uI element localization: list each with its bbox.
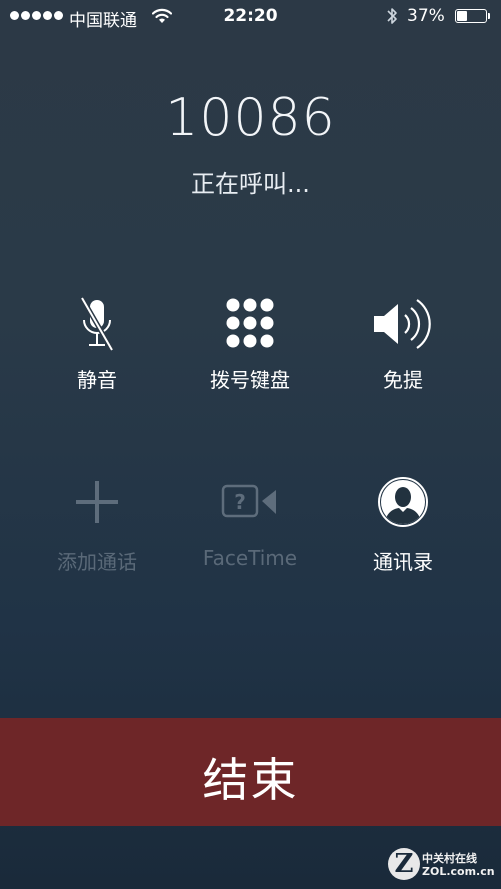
contacts-label: 通讯录	[373, 550, 433, 574]
watermark-en: ZOL.com.cn	[422, 865, 495, 878]
facetime-icon: ?	[175, 476, 325, 528]
dialed-number: 10086	[165, 88, 336, 148]
end-call-label: 结束	[202, 753, 299, 807]
mute-button[interactable]: 静音	[22, 296, 172, 396]
svg-text:?: ?	[234, 490, 246, 514]
mute-label: 静音	[77, 368, 117, 392]
facetime-label: FaceTime	[202, 546, 298, 570]
status-bar: 中国联通 22:20 37%	[0, 0, 501, 34]
contacts-icon	[328, 476, 478, 528]
keypad-label: 拨号键盘	[210, 368, 290, 392]
mic-muted-icon	[22, 296, 172, 354]
zol-watermark: Z 中关村在线 ZOL.com.cn	[384, 846, 499, 884]
speaker-label: 免提	[383, 368, 423, 392]
end-call-button[interactable]: 结束	[0, 718, 501, 826]
add-call-button[interactable]: 添加通话	[22, 476, 172, 576]
keypad-button[interactable]: 拨号键盘	[175, 296, 325, 396]
watermark-cn: 中关村在线	[422, 852, 477, 865]
keypad-icon	[175, 296, 325, 350]
speaker-button[interactable]: 免提	[328, 296, 478, 396]
zol-logo-icon: Z	[388, 848, 420, 880]
call-screen: 中国联通 22:20 37% 10086 正在呼叫... 静音 拨号键盘 免提 …	[0, 0, 501, 889]
battery-percentage: 37%	[407, 6, 445, 26]
bluetooth-icon	[385, 6, 399, 31]
speaker-icon	[328, 296, 478, 352]
facetime-button[interactable]: ? FaceTime	[175, 476, 325, 576]
battery-icon	[455, 9, 491, 25]
call-status-text: 正在呼叫...	[191, 170, 310, 198]
plus-icon	[22, 476, 172, 528]
contacts-button[interactable]: 通讯录	[328, 476, 478, 576]
add-call-label: 添加通话	[57, 550, 137, 574]
